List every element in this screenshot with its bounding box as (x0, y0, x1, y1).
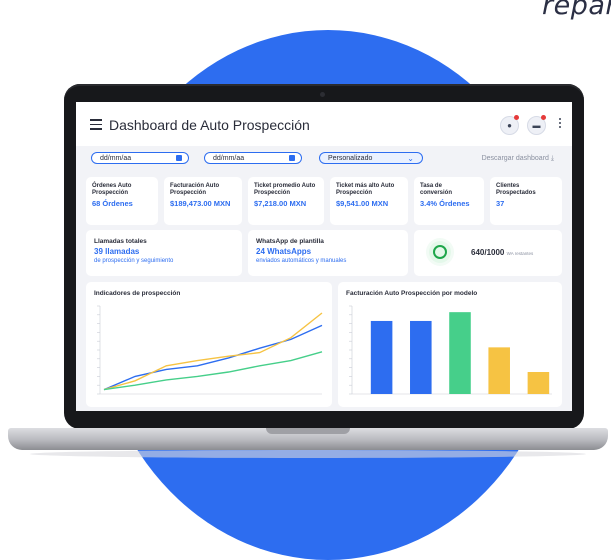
laptop-base (8, 428, 608, 450)
quota-count: 640/1000 (471, 248, 505, 257)
date-to-field[interactable]: dd/mm/aa (204, 152, 302, 164)
whatsapp-icon (429, 241, 451, 263)
bar-0 (370, 320, 393, 394)
whatsapp-sub: enviados automáticos y manuales (256, 258, 347, 264)
kpi-label: Órdenes Auto Prospección (92, 183, 132, 196)
page-title: Dashboard de Auto Prospección (109, 117, 310, 133)
period-value: Personalizado (328, 155, 373, 162)
kpi-card-conversion: Tasa de conversión 3.4% Órdenes (414, 177, 484, 225)
download-icon: ⤓ (550, 155, 554, 162)
bar-chart (349, 305, 552, 395)
whatsapp-quota-card: 640/1000 WA restantes (414, 230, 562, 276)
download-dashboard-link[interactable]: Descargar dashboard ⤓ (482, 155, 554, 163)
notification-dot (514, 115, 519, 120)
download-label: Descargar dashboard (481, 155, 549, 162)
bar-2 (449, 312, 471, 394)
line-chart-card: Indicadores de prospección (86, 282, 332, 407)
bar-chart-card: Facturación Auto Prospección por modelo (338, 282, 562, 407)
header: Dashboard de Auto Prospección ● ▬ (76, 102, 572, 146)
calendar-icon (289, 155, 295, 161)
user-icon[interactable]: ● (500, 115, 519, 135)
whatsapp-value: 24 WhatsApps (256, 247, 312, 256)
series-line-1 (103, 312, 323, 391)
kpi-label: Tasa de conversión (420, 183, 453, 196)
kpi-label: Ticket promedio Auto Prospección (254, 183, 316, 196)
more-options-icon[interactable] (559, 118, 561, 130)
laptop-shadow (30, 450, 586, 458)
bar-1 (410, 320, 432, 394)
chevron-down-icon: ⌄ (407, 154, 414, 163)
camera-icon (320, 92, 325, 97)
bar-3 (488, 347, 510, 394)
date-from-value: dd/mm/aa (100, 155, 132, 162)
kpi-label: Facturación Auto Prospección (170, 183, 220, 196)
kpi-label: Ticket más alto Auto Prospección (336, 183, 395, 196)
calls-card: Llamadas totales 39 llamadas de prospecc… (86, 230, 242, 276)
quota-sub: WA restantes (506, 251, 534, 256)
kpi-value: 68 Órdenes (92, 199, 133, 208)
calls-value: 39 llamadas (94, 247, 140, 256)
kpi-card-facturacion: Facturación Auto Prospección $189,473.00… (164, 177, 242, 225)
date-to-value: dd/mm/aa (213, 155, 245, 162)
calendar-icon (176, 155, 182, 161)
dashboard-screen: Dashboard de Auto Prospección ● ▬ dd/mm/… (76, 102, 572, 411)
laptop-lid: Dashboard de Auto Prospección ● ▬ dd/mm/… (64, 84, 584, 429)
kpi-value: $7,218.00 MXN (254, 199, 307, 208)
notification-dot (541, 115, 546, 120)
whatsapp-card: WhatsApp de plantilla 24 WhatsApps envia… (248, 230, 408, 276)
menu-icon[interactable] (90, 119, 102, 133)
kpi-value: $189,473.00 MXN (170, 199, 231, 208)
kpi-label: Clientes Prospectados (496, 183, 536, 196)
chat-icon[interactable]: ▬ (527, 115, 546, 135)
kpi-value: $9,541.00 MXN (336, 199, 389, 208)
line-chart (97, 305, 323, 395)
calls-label: Llamadas totales (94, 238, 147, 245)
calls-sub: de prospección y seguimiento (94, 258, 174, 264)
kpi-card-ticket-alto: Ticket más alto Auto Prospección $9,541.… (330, 177, 408, 225)
whatsapp-label: WhatsApp de plantilla (256, 238, 324, 245)
laptop-notch (266, 428, 350, 434)
kpi-value: 37 (496, 199, 505, 208)
filter-bar: dd/mm/aa dd/mm/aa Personalizado ⌄ Descar… (76, 150, 572, 170)
kpi-card-ticket-promedio: Ticket promedio Auto Prospección $7,218.… (248, 177, 324, 225)
tagline-text: repar (542, 0, 611, 21)
whatsapp-quota: 640/1000 WA restantes (471, 248, 533, 257)
series-line-2 (103, 351, 323, 391)
date-from-field[interactable]: dd/mm/aa (91, 152, 189, 164)
kpi-card-ordenes: Órdenes Auto Prospección 68 Órdenes (86, 177, 158, 225)
kpi-value: 3.4% Órdenes (420, 199, 470, 208)
kpi-card-clientes: Clientes Prospectados 37 (490, 177, 562, 225)
period-select[interactable]: Personalizado ⌄ (319, 152, 423, 164)
bar-4 (527, 372, 550, 394)
